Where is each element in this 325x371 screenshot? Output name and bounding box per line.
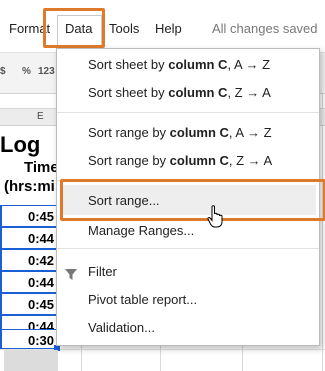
item-column: column C xyxy=(169,153,229,168)
hand-cursor-icon xyxy=(207,205,223,228)
item-column: column C xyxy=(168,85,228,100)
number-format-button[interactable]: 123 xyxy=(38,66,55,77)
time-header-line1[interactable]: Time xyxy=(24,159,59,176)
time-cell[interactable]: 0:44 xyxy=(0,227,58,249)
menu-help[interactable]: Help xyxy=(155,21,182,36)
grid-column-line xyxy=(322,94,323,371)
time-value: 0:45 xyxy=(27,209,54,224)
time-cell[interactable]: 0:45 xyxy=(0,293,58,315)
percent-format-button[interactable]: % xyxy=(22,66,31,77)
sort-range-za-item[interactable]: Sort range by column C, Z → A xyxy=(88,153,272,168)
column-header-e[interactable]: E xyxy=(37,111,44,122)
filter-item[interactable]: Filter xyxy=(88,264,117,279)
time-value: 0:44 xyxy=(27,231,54,246)
sort-range-highlight xyxy=(60,179,325,221)
item-text: Sort sheet by xyxy=(88,57,169,72)
pivot-table-item[interactable]: Pivot table report... xyxy=(88,292,197,307)
time-value: 0:44 xyxy=(27,275,54,290)
time-cell[interactable]: 0:42 xyxy=(0,249,58,271)
time-cell[interactable]: 0:30 xyxy=(0,329,58,349)
currency-format-button[interactable]: $ xyxy=(0,66,6,77)
sort-sheet-za-item[interactable]: Sort sheet by column C, Z → A xyxy=(88,85,271,100)
sheet-title-fragment[interactable]: Log xyxy=(0,132,40,158)
sort-sheet-az-item[interactable]: Sort sheet by column C, A → Z xyxy=(88,57,270,72)
item-order: , Z → A xyxy=(228,153,273,168)
time-value: 0:45 xyxy=(27,297,54,312)
item-order: , A → Z xyxy=(227,57,271,72)
item-text: Sort range by xyxy=(88,153,170,168)
time-cell[interactable]: 0:45 xyxy=(0,205,58,227)
empty-cell[interactable] xyxy=(4,350,58,371)
item-text: Sort sheet by xyxy=(88,85,169,100)
time-value: 0:42 xyxy=(27,253,54,268)
menu-separator xyxy=(57,112,319,113)
item-order: , Z → A xyxy=(227,85,271,100)
data-menu-highlight xyxy=(43,8,105,48)
time-value: 0:30 xyxy=(27,333,54,348)
menu-tools[interactable]: Tools xyxy=(109,21,139,36)
item-text: Sort range by xyxy=(88,125,170,140)
time-header-line2[interactable]: (hrs:mi xyxy=(4,178,55,195)
time-cell[interactable]: 0:44 xyxy=(0,271,58,293)
save-status: All changes saved xyxy=(212,21,318,36)
menu-bar: Format Data Tools Help All changes saved xyxy=(0,0,325,52)
filter-icon xyxy=(65,269,77,280)
menu-separator xyxy=(57,248,319,249)
manage-ranges-item[interactable]: Manage Ranges... xyxy=(88,223,194,238)
item-column: column C xyxy=(169,125,229,140)
item-column: column C xyxy=(168,57,228,72)
item-order: , A → Z xyxy=(228,125,272,140)
validation-item[interactable]: Validation... xyxy=(88,320,155,335)
sort-range-az-item[interactable]: Sort range by column C, A → Z xyxy=(88,125,272,140)
